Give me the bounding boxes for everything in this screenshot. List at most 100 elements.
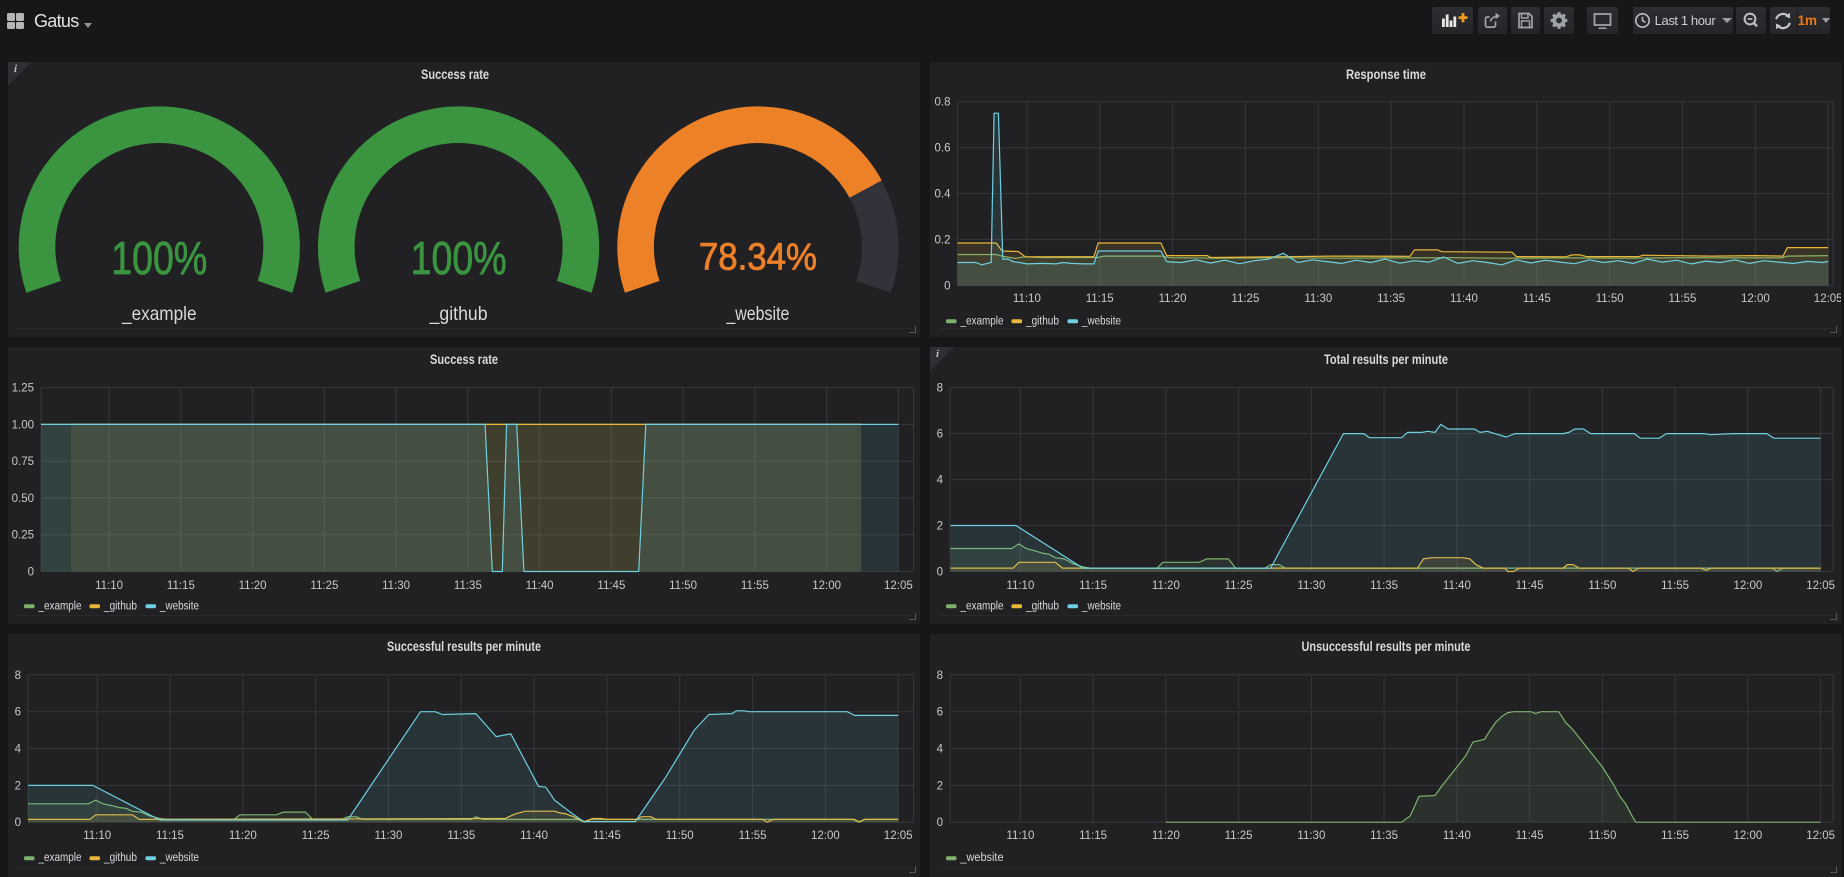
svg-text:11:20: 11:20 [229,830,257,842]
svg-text:0: 0 [944,281,950,293]
svg-text:11:55: 11:55 [741,580,769,592]
svg-text:_website: _website [960,852,1004,864]
svg-text:Successful results per minute: Successful results per minute [387,639,541,654]
svg-text:0: 0 [28,567,34,579]
svg-text:2: 2 [937,521,943,533]
svg-text:100%: 100% [411,232,507,284]
svg-text:12:00: 12:00 [812,580,841,592]
svg-text:11:50: 11:50 [1596,293,1624,305]
svg-text:8: 8 [937,670,943,682]
svg-text:11:45: 11:45 [597,580,625,592]
svg-text:Success rate: Success rate [421,67,489,82]
svg-text:11:40: 11:40 [1443,830,1471,842]
svg-text:11:50: 11:50 [666,830,694,842]
svg-text:11:25: 11:25 [1231,293,1259,305]
svg-text:11:25: 11:25 [310,580,338,592]
svg-text:11:30: 11:30 [382,580,410,592]
svg-text:11:20: 11:20 [1159,293,1187,305]
svg-text:0.4: 0.4 [935,189,952,201]
svg-text:8: 8 [937,383,943,395]
svg-text:11:35: 11:35 [1377,293,1405,305]
svg-text:0: 0 [15,817,21,829]
svg-text:11:45: 11:45 [1516,580,1544,592]
svg-text:4: 4 [937,475,944,487]
svg-text:_example: _example [121,303,196,325]
svg-text:11:45: 11:45 [1516,830,1544,842]
svg-text:_website: _website [159,852,199,864]
svg-text:_example: _example [960,601,1004,613]
svg-text:11:20: 11:20 [1152,830,1180,842]
svg-text:11:55: 11:55 [1661,580,1689,592]
svg-text:_github: _github [103,601,137,613]
svg-text:11:55: 11:55 [739,830,767,842]
svg-text:1.00: 1.00 [12,419,34,431]
svg-text:11:25: 11:25 [1225,830,1253,842]
svg-text:11:10: 11:10 [1006,830,1034,842]
svg-text:11:10: 11:10 [95,580,123,592]
svg-text:1.25: 1.25 [12,383,34,395]
svg-text:12:05: 12:05 [1806,830,1835,842]
svg-text:11:35: 11:35 [454,580,482,592]
svg-text:11:45: 11:45 [1523,293,1551,305]
svg-text:6: 6 [937,707,943,719]
svg-text:11:55: 11:55 [1661,830,1689,842]
svg-text:11:15: 11:15 [1079,580,1107,592]
svg-text:_github: _github [429,303,488,325]
svg-text:_website: _website [1081,316,1121,328]
svg-text:11:20: 11:20 [239,580,267,592]
svg-text:11:35: 11:35 [1370,580,1398,592]
svg-text:Unsuccessful results per minut: Unsuccessful results per minute [1302,639,1471,654]
svg-text:_github: _github [1025,601,1059,613]
svg-text:11:35: 11:35 [1370,830,1398,842]
svg-text:0.25: 0.25 [12,530,34,542]
svg-text:0.8: 0.8 [935,97,951,109]
svg-text:_website: _website [1081,601,1121,613]
svg-text:11:40: 11:40 [520,830,548,842]
svg-text:11:15: 11:15 [1079,830,1107,842]
svg-text:11:15: 11:15 [167,580,195,592]
svg-text:0: 0 [937,817,943,829]
svg-text:11:50: 11:50 [669,580,697,592]
svg-text:0: 0 [937,567,943,579]
svg-text:12:00: 12:00 [1741,293,1770,305]
svg-text:Total results per minute: Total results per minute [1324,352,1448,367]
svg-text:0.6: 0.6 [935,143,951,155]
svg-text:12:00: 12:00 [1734,580,1763,592]
svg-text:8: 8 [15,670,21,682]
svg-text:11:10: 11:10 [1013,293,1041,305]
svg-text:11:55: 11:55 [1669,293,1697,305]
svg-text:11:20: 11:20 [1152,580,1180,592]
svg-text:11:30: 11:30 [1304,293,1332,305]
svg-text:11:15: 11:15 [156,830,184,842]
svg-text:11:15: 11:15 [1086,293,1114,305]
svg-text:11:30: 11:30 [375,830,403,842]
svg-text:_website: _website [159,601,199,613]
svg-text:11:10: 11:10 [1006,580,1034,592]
svg-text:4: 4 [937,744,944,756]
svg-text:11:25: 11:25 [1225,580,1253,592]
svg-text:_example: _example [38,601,82,613]
svg-text:_website: _website [726,303,790,325]
svg-text:78.34%: 78.34% [699,236,817,278]
svg-text:11:40: 11:40 [526,580,554,592]
svg-text:0.75: 0.75 [12,456,34,468]
svg-text:0.2: 0.2 [935,235,951,247]
svg-text:12:00: 12:00 [1734,830,1763,842]
svg-text:11:30: 11:30 [1297,580,1325,592]
svg-text:_github: _github [1025,316,1059,328]
svg-text:12:05: 12:05 [884,830,913,842]
svg-text:_example: _example [960,316,1004,328]
svg-text:12:05: 12:05 [1806,580,1835,592]
svg-text:_example: _example [38,852,82,864]
svg-text:4: 4 [15,744,22,756]
svg-text:11:50: 11:50 [1588,580,1616,592]
svg-text:2: 2 [15,780,21,792]
svg-text:12:05: 12:05 [1814,293,1841,305]
svg-text:Response time: Response time [1346,67,1426,82]
svg-text:12:00: 12:00 [811,830,840,842]
svg-text:0.50: 0.50 [12,493,34,505]
svg-text:11:50: 11:50 [1588,830,1616,842]
svg-text:6: 6 [15,707,21,719]
svg-text:11:10: 11:10 [83,830,111,842]
svg-text:11:35: 11:35 [447,830,475,842]
